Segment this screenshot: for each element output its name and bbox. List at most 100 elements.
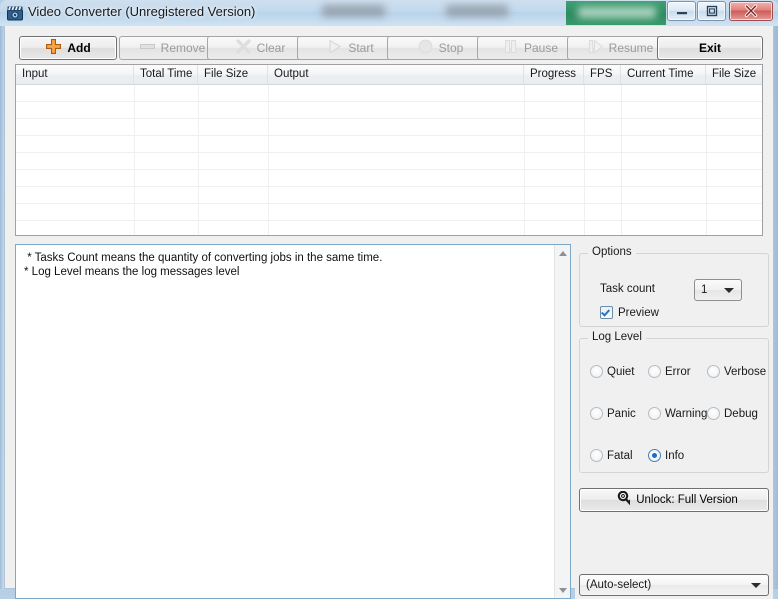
radio-circle xyxy=(648,365,661,378)
pause-button-label: Pause xyxy=(523,41,559,55)
preview-checkbox[interactable]: Preview xyxy=(600,306,659,319)
table-row[interactable] xyxy=(16,136,762,153)
close-button[interactable] xyxy=(729,1,773,21)
file-list-body[interactable] xyxy=(16,85,762,235)
maximize-button[interactable] xyxy=(697,1,726,21)
radio-circle xyxy=(590,449,603,462)
radio-circle xyxy=(590,365,603,378)
column-header-progress[interactable]: Progress xyxy=(524,65,584,84)
radio-warning[interactable]: Warning xyxy=(648,407,707,420)
column-separator xyxy=(268,85,269,235)
stop-icon xyxy=(417,38,434,58)
exit-button[interactable]: Exit xyxy=(657,36,763,60)
window-title: Video Converter (Unregistered Version) xyxy=(28,4,256,19)
side-panel: Options Task count 1 Preview Log Level Q… xyxy=(575,244,773,599)
table-row[interactable] xyxy=(16,204,762,221)
radio-label-verbose: Verbose xyxy=(724,365,767,378)
column-header-file-size[interactable]: File Size xyxy=(198,65,268,84)
plus-icon xyxy=(45,38,62,58)
radio-label-quiet: Quiet xyxy=(607,365,635,378)
radio-label-warning: Warning xyxy=(665,407,708,420)
clear-button-label: Clear xyxy=(256,41,286,55)
column-separator xyxy=(584,85,585,235)
column-separator xyxy=(706,85,707,235)
redacted-region-1 xyxy=(322,5,385,17)
column-header-input[interactable]: Input xyxy=(16,65,134,84)
radio-verbose[interactable]: Verbose xyxy=(707,365,766,378)
pause-icon xyxy=(502,38,519,58)
file-list-header: Input Total Time File Size Output Progre… xyxy=(16,65,762,85)
log-level-group: Log Level Quiet Error Verbose Panic Warn… xyxy=(579,331,769,473)
minimize-icon xyxy=(668,2,695,20)
stop-button-label: Stop xyxy=(438,41,464,55)
table-row[interactable] xyxy=(16,85,762,102)
radio-fatal[interactable]: Fatal xyxy=(590,449,633,462)
column-header-current-time[interactable]: Current Time xyxy=(621,65,706,84)
column-separator xyxy=(134,85,135,235)
table-row[interactable] xyxy=(16,187,762,204)
table-row[interactable] xyxy=(16,102,762,119)
clear-icon xyxy=(235,38,252,58)
options-group-title: Options xyxy=(588,246,636,258)
file-list[interactable]: Input Total Time File Size Output Progre… xyxy=(15,64,763,236)
log-panel[interactable]: * Tasks Count means the quantity of conv… xyxy=(15,244,571,599)
table-row[interactable] xyxy=(16,170,762,187)
radio-label-debug: Debug xyxy=(724,407,758,420)
radio-circle xyxy=(707,407,720,420)
column-header-output[interactable]: Output xyxy=(268,65,524,84)
table-row[interactable] xyxy=(16,119,762,136)
radio-circle xyxy=(707,365,720,378)
checkbox-box xyxy=(600,306,613,319)
chevron-down-icon xyxy=(751,583,761,588)
unlock-full-version-button[interactable]: Unlock: Full Version xyxy=(579,488,769,512)
unlock-button-label: Unlock: Full Version xyxy=(636,494,738,506)
column-separator xyxy=(524,85,525,235)
column-header-total-time[interactable]: Total Time xyxy=(134,65,198,84)
preview-label: Preview xyxy=(618,306,659,319)
check-icon xyxy=(600,307,611,317)
device-select-value: (Auto-select) xyxy=(586,579,652,591)
scroll-down-arrow[interactable] xyxy=(555,582,571,598)
log-text: * Tasks Count means the quantity of conv… xyxy=(24,252,383,278)
column-header-fps[interactable]: FPS xyxy=(584,65,621,84)
log-scrollbar[interactable] xyxy=(554,245,570,598)
radio-circle xyxy=(648,449,661,462)
radio-panic[interactable]: Panic xyxy=(590,407,636,420)
add-button-label: Add xyxy=(67,41,91,55)
chevron-down-icon xyxy=(724,288,734,293)
resume-button-label: Resume xyxy=(608,41,654,55)
title-bar: Video Converter (Unregistered Version) xyxy=(0,0,778,26)
scroll-up-arrow[interactable] xyxy=(555,245,571,261)
minimize-button[interactable] xyxy=(667,1,696,21)
task-count-select[interactable]: 1 xyxy=(694,279,742,301)
maximize-icon xyxy=(698,2,725,20)
add-button[interactable]: Add xyxy=(19,36,117,60)
redacted-region-3 xyxy=(578,7,656,18)
application-window: Video Converter (Unregistered Version) A… xyxy=(0,0,778,599)
task-count-label: Task count xyxy=(600,283,655,295)
log-level-group-title: Log Level xyxy=(588,331,646,343)
start-button-label: Start xyxy=(348,41,374,55)
key-icon xyxy=(610,490,634,510)
column-separator xyxy=(621,85,622,235)
column-header-file-size-out[interactable]: File Size xyxy=(706,65,762,84)
redacted-region-2 xyxy=(446,5,508,17)
radio-info[interactable]: Info xyxy=(648,449,684,462)
options-group: Options Task count 1 Preview xyxy=(579,246,769,327)
radio-circle xyxy=(648,407,661,420)
column-separator xyxy=(198,85,199,235)
remove-button-label: Remove xyxy=(160,41,206,55)
radio-debug[interactable]: Debug xyxy=(707,407,758,420)
device-select[interactable]: (Auto-select) xyxy=(579,574,769,596)
task-count-value: 1 xyxy=(701,284,708,296)
radio-quiet[interactable]: Quiet xyxy=(590,365,635,378)
radio-label-fatal: Fatal xyxy=(607,449,633,462)
exit-button-label: Exit xyxy=(698,41,721,55)
resume-icon xyxy=(587,38,604,58)
radio-label-panic: Panic xyxy=(607,407,636,420)
radio-label-info: Info xyxy=(665,449,685,462)
close-icon xyxy=(730,2,772,20)
clapperboard-icon xyxy=(6,4,24,22)
table-row[interactable] xyxy=(16,153,762,170)
radio-error[interactable]: Error xyxy=(648,365,691,378)
